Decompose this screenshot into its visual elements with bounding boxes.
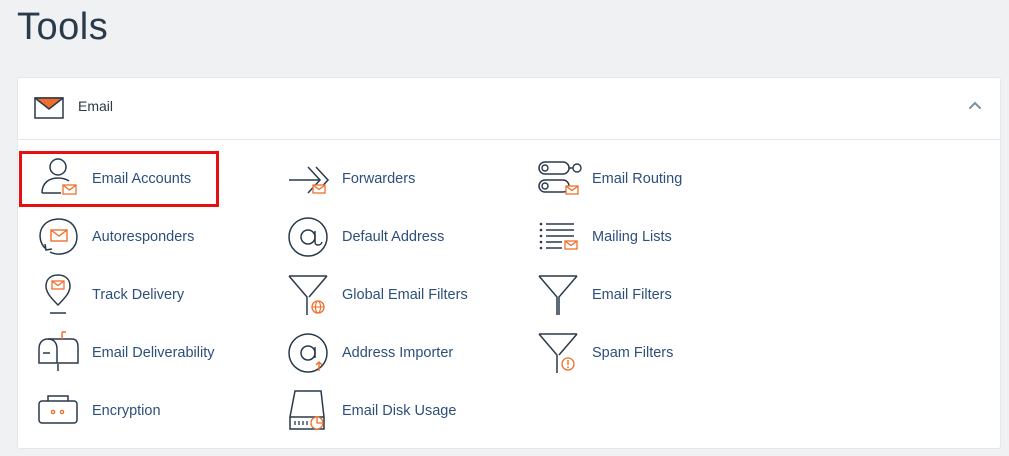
address-importer-label: Address Importer [342, 345, 454, 361]
address-importer-icon [286, 329, 336, 379]
forwarders-link[interactable]: Forwarders [286, 155, 526, 205]
default-address-link[interactable]: Default Address [286, 213, 526, 263]
encryption-link[interactable]: Encryption [36, 387, 276, 437]
envelope-icon [34, 97, 66, 121]
email-accounts-link[interactable]: Email Accounts [36, 155, 276, 205]
global-email-filters-label: Global Email Filters [342, 287, 468, 303]
email-accounts-icon [36, 155, 86, 205]
default-address-label: Default Address [342, 229, 445, 245]
spam-filters-icon [536, 329, 586, 379]
forwarders-icon [286, 155, 336, 205]
email-routing-label: Email Routing [592, 171, 683, 187]
email-routing-link[interactable]: Email Routing [536, 155, 776, 205]
email-disk-usage-icon [286, 387, 336, 437]
spam-filters-label: Spam Filters [592, 345, 674, 361]
spam-filters-link[interactable]: Spam Filters [536, 329, 776, 379]
email-section-header[interactable]: Email [18, 78, 1000, 140]
email-filters-icon [536, 271, 586, 321]
track-delivery-label: Track Delivery [92, 287, 185, 303]
autoresponders-link[interactable]: Autoresponders [36, 213, 276, 263]
autoresponders-label: Autoresponders [92, 229, 195, 245]
email-deliverability-icon [36, 329, 86, 379]
email-deliverability-link[interactable]: Email Deliverability [36, 329, 276, 379]
page-title: Tools [17, 6, 109, 48]
track-delivery-icon [36, 271, 86, 321]
email-disk-usage-link[interactable]: Email Disk Usage [286, 387, 526, 437]
email-routing-icon [536, 155, 586, 205]
encryption-label: Encryption [92, 403, 161, 419]
default-address-icon [286, 213, 336, 263]
email-section-title: Email [78, 98, 114, 114]
email-accounts-label: Email Accounts [92, 171, 192, 187]
email-deliverability-label: Email Deliverability [92, 345, 215, 361]
email-disk-usage-label: Email Disk Usage [342, 403, 457, 419]
email-filters-link[interactable]: Email Filters [536, 271, 776, 321]
mailing-lists-icon [536, 213, 586, 263]
forwarders-label: Forwarders [342, 171, 416, 187]
autoresponders-icon [36, 213, 86, 263]
encryption-icon [36, 387, 86, 437]
global-email-filters-link[interactable]: Global Email Filters [286, 271, 526, 321]
mailing-lists-label: Mailing Lists [592, 229, 672, 245]
email-filters-label: Email Filters [592, 287, 672, 303]
address-importer-link[interactable]: Address Importer [286, 329, 526, 379]
mailing-lists-link[interactable]: Mailing Lists [536, 213, 776, 263]
track-delivery-link[interactable]: Track Delivery [36, 271, 276, 321]
global-email-filters-icon [286, 271, 336, 321]
chevron-up-icon[interactable] [968, 100, 984, 116]
email-section-panel: Email Email Accounts Forwarders Email Ro… [17, 77, 1001, 449]
